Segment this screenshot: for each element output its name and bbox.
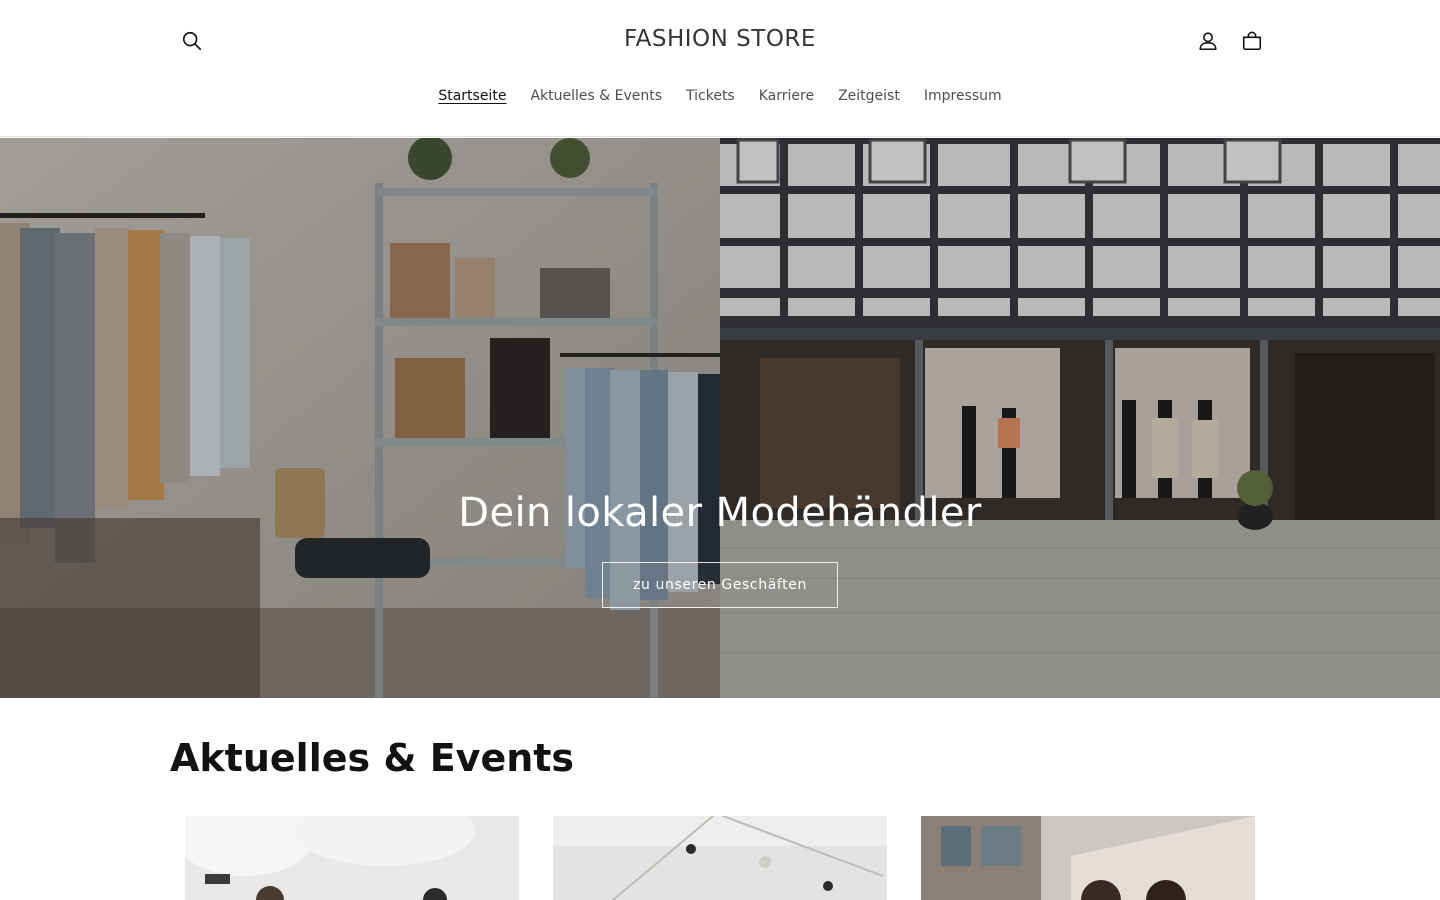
nav-item-startseite[interactable]: Startseite: [426, 86, 518, 106]
event-card-image: [185, 816, 519, 900]
hero-banner: Dein lokaler Modehändler zu unseren Gesc…: [0, 138, 1440, 698]
hero-content: Dein lokaler Modehändler: [0, 490, 1440, 536]
nav-item-impressum[interactable]: Impressum: [912, 86, 1014, 106]
cart-button[interactable]: [1230, 19, 1274, 63]
nav-item-zeitgeist[interactable]: Zeitgeist: [826, 86, 912, 106]
event-card-image: [553, 816, 887, 900]
hero-cta-button[interactable]: zu unseren Geschäften: [602, 562, 838, 608]
main-navigation: Startseite Aktuelles & Events Tickets Ka…: [0, 86, 1440, 106]
nav-item-tickets[interactable]: Tickets: [674, 86, 747, 106]
nav-item-aktuelles-events[interactable]: Aktuelles & Events: [518, 86, 674, 106]
event-card-image: [921, 816, 1255, 900]
account-icon: [1199, 32, 1217, 51]
hero-title: Dein lokaler Modehändler: [458, 490, 982, 536]
nav-item-karriere[interactable]: Karriere: [747, 86, 826, 106]
site-header: FASHION STORE Startseite Aktuelles & Eve…: [0, 0, 1440, 137]
events-section-title: Aktuelles & Events: [170, 736, 575, 780]
event-card[interactable]: [185, 816, 519, 900]
cart-icon: [1242, 31, 1262, 51]
hero-overlay: [0, 138, 1440, 698]
event-card[interactable]: [921, 816, 1255, 900]
account-button[interactable]: [1186, 19, 1230, 63]
event-card[interactable]: [553, 816, 887, 900]
